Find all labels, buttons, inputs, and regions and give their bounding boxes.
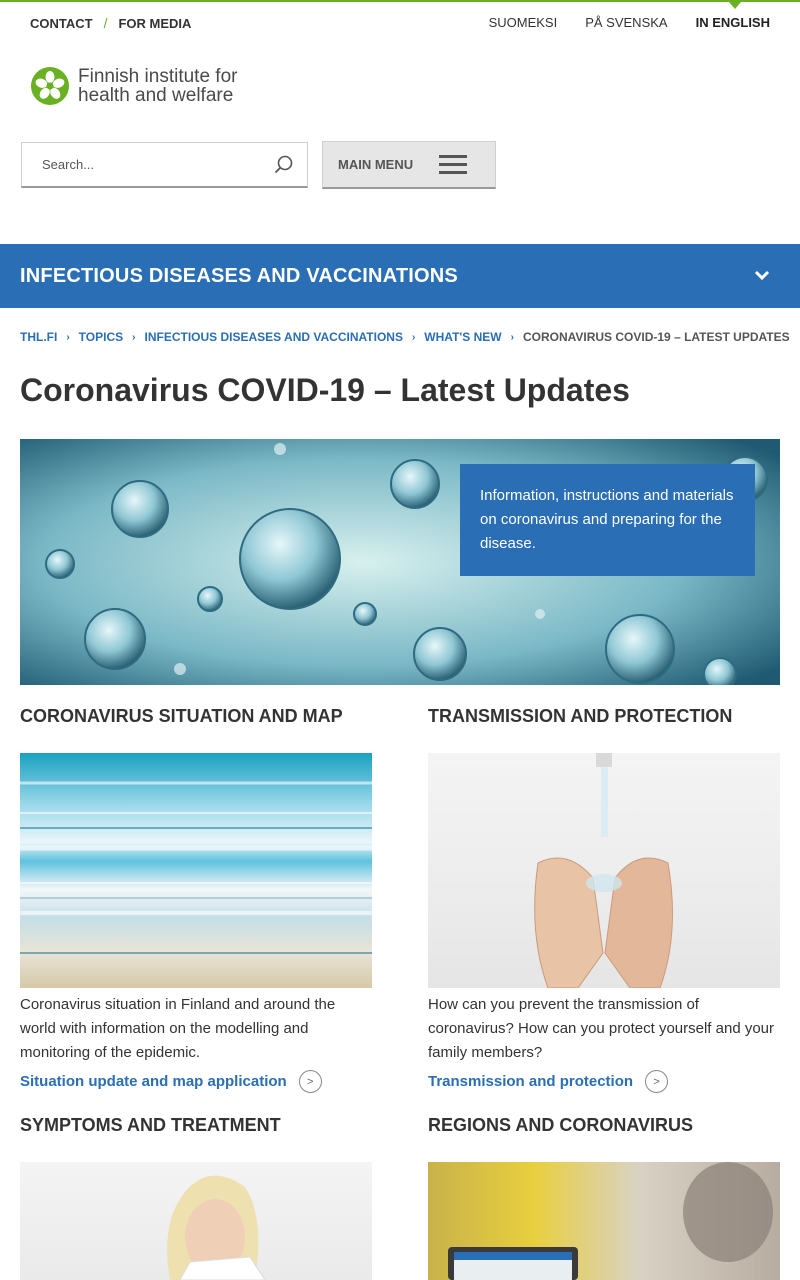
language-finnish[interactable]: SUOMEKSI (489, 15, 558, 30)
flower-logo-icon (31, 67, 69, 105)
breadcrumb-item-topics[interactable]: TOPICS (79, 330, 123, 344)
arrow-right-icon: > (298, 1070, 322, 1093)
logo-line-2: health and welfare (78, 85, 234, 106)
breadcrumb-item-infectious-diseases[interactable]: INFECTIOUS DISEASES AND VACCINATIONS (144, 330, 402, 344)
language-english[interactable]: IN ENGLISH (696, 15, 770, 30)
main-menu-label: MAIN MENU (338, 157, 414, 172)
top-accent-line (0, 0, 800, 2)
top-links: CONTACT / FOR MEDIA (30, 15, 191, 31)
chevron-down-icon[interactable] (754, 266, 770, 289)
search-placeholder: Search... (42, 157, 95, 172)
contact-link[interactable]: CONTACT (30, 16, 93, 31)
top-links-separator: / (103, 15, 108, 31)
breadcrumb-item-current: CORONAVIRUS COVID-19 – LATEST UPDATES (522, 330, 790, 344)
situation-link[interactable]: Situation update and map application > (20, 1070, 322, 1093)
transmission-link-label: Transmission and protection (428, 1073, 634, 1090)
symptoms-image[interactable] (20, 1162, 372, 1280)
section-banner[interactable]: INFECTIOUS DISEASES AND VACCINATIONS (0, 244, 800, 308)
card-title-symptoms[interactable]: SYMPTOMS AND TREATMENT (20, 1115, 281, 1136)
site-logo[interactable]: Finnish institute for health and welfare (30, 66, 237, 106)
transmission-image[interactable] (428, 753, 780, 988)
search-icon[interactable] (261, 142, 307, 188)
for-media-link[interactable]: FOR MEDIA (118, 16, 191, 31)
card-title-situation[interactable]: CORONAVIRUS SITUATION AND MAP (20, 706, 343, 727)
logo-line-1: Finnish institute for (78, 66, 238, 87)
breadcrumb-arrow-icon: › (132, 331, 136, 343)
breadcrumb-arrow-icon: › (510, 331, 514, 343)
hero-caption: Information, instructions and materials … (460, 464, 755, 576)
situation-link-label: Situation update and map application (20, 1073, 287, 1090)
active-language-marker (729, 2, 741, 9)
search-input[interactable]: Search... (21, 142, 308, 188)
regions-image[interactable] (428, 1162, 780, 1280)
page-title: Coronavirus COVID-19 – Latest Updates (20, 372, 630, 408)
breadcrumb-item-whats-new[interactable]: WHAT'S NEW (424, 330, 501, 344)
transmission-link[interactable]: Transmission and protection > (428, 1070, 669, 1093)
section-title: INFECTIOUS DISEASES AND VACCINATIONS (20, 264, 458, 287)
language-switcher: SUOMEKSI PÅ SVENSKA IN ENGLISH (489, 15, 770, 30)
hamburger-icon (439, 155, 468, 174)
language-swedish[interactable]: PÅ SVENSKA (585, 15, 667, 30)
card-text-situation: Coronavirus situation in Finland and aro… (20, 996, 336, 1061)
breadcrumb: THL.FI › TOPICS › INFECTIOUS DISEASES AN… (20, 330, 790, 344)
breadcrumb-arrow-icon: › (411, 331, 416, 343)
arrow-right-icon: > (645, 1070, 669, 1093)
main-menu-button[interactable]: MAIN MENU (322, 141, 496, 189)
card-text-transmission: How can you prevent the transmission of … (428, 996, 775, 1061)
breadcrumb-item-thl[interactable]: THL.FI (20, 330, 57, 344)
card-title-transmission[interactable]: TRANSMISSION AND PROTECTION (428, 706, 732, 727)
logo-text: Finnish institute for health and welfare (78, 67, 237, 105)
card-title-regions[interactable]: REGIONS AND CORONAVIRUS (428, 1115, 693, 1136)
situation-image[interactable] (20, 753, 372, 988)
breadcrumb-arrow-icon: › (66, 331, 70, 343)
